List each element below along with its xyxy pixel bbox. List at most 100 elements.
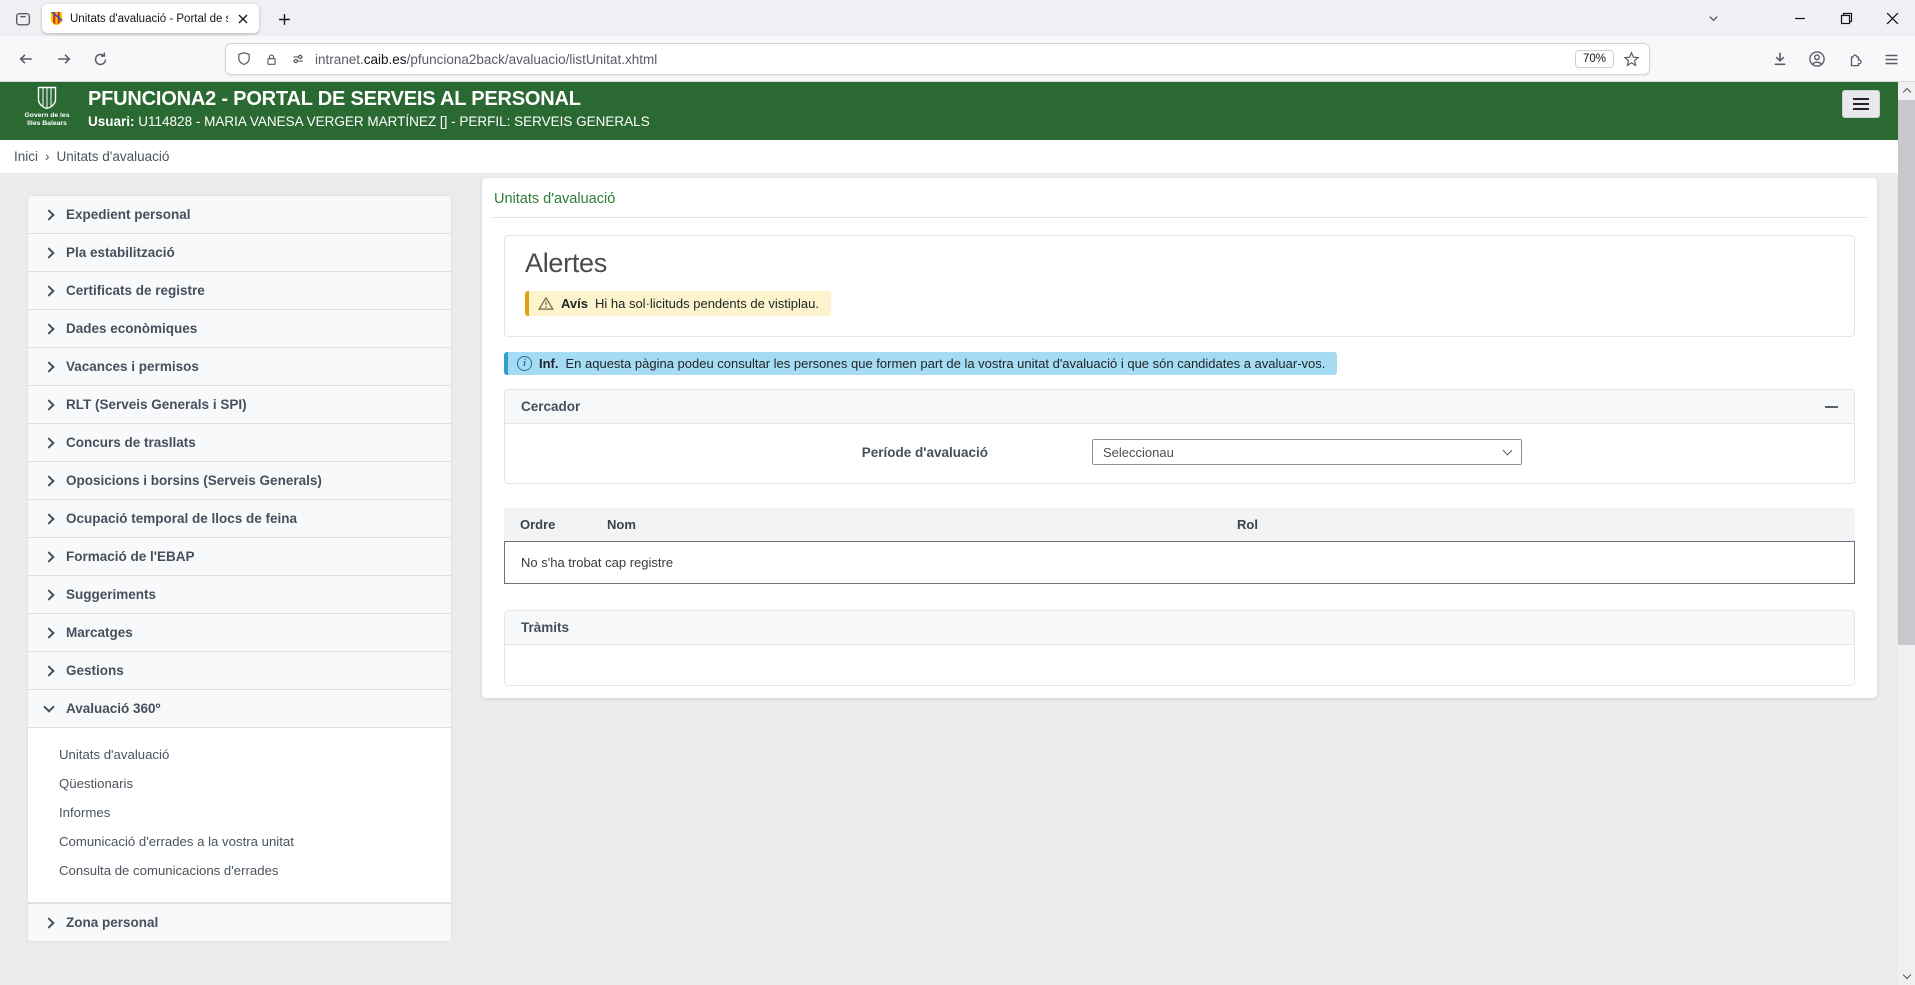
- period-select[interactable]: Seleccionau: [1092, 439, 1522, 465]
- sidebar-item-vacances-i-permisos[interactable]: Vacances i permisos: [28, 348, 451, 386]
- submenu-item-consulta-de-comunicacions[interactable]: Consulta de comunicacions d'errades: [28, 856, 451, 885]
- scrollbar-down-arrow[interactable]: [1898, 968, 1915, 985]
- warning-message: Hi ha sol·licituds pendents de vistiplau…: [595, 296, 819, 311]
- cercador-form-row: Període d'avaluació Seleccionau: [505, 424, 1854, 483]
- sidebar-item-label: Concurs de trasllats: [66, 435, 196, 450]
- minimize-icon[interactable]: [1777, 0, 1823, 36]
- sidebar-item-zona-personal[interactable]: Zona personal: [28, 903, 451, 941]
- tab-close-icon[interactable]: [234, 10, 252, 28]
- cercador-header: Cercador: [505, 390, 1854, 424]
- scrollbar-up-arrow[interactable]: [1898, 82, 1915, 99]
- sidebar-item-avaluacio-360[interactable]: Avaluació 360º: [28, 690, 451, 728]
- sidebar-item-certificats-de-registre[interactable]: Certificats de registre: [28, 272, 451, 310]
- chevron-right-icon: [43, 247, 54, 258]
- back-icon[interactable]: [16, 49, 36, 69]
- url-bar[interactable]: intranet.caib.es/pfunciona2back/avaluaci…: [225, 43, 1650, 75]
- page-scrollbar[interactable]: [1898, 82, 1915, 985]
- zoom-level-indicator[interactable]: 70%: [1575, 50, 1614, 68]
- main-content-card: Unitats d'avaluació Alertes Avís Hi ha s…: [482, 178, 1877, 698]
- column-header-nom: Nom: [607, 517, 1237, 532]
- sidebar-item-label: Suggeriments: [66, 587, 156, 602]
- submenu-item-questionaris[interactable]: Qüestionaris: [28, 769, 451, 798]
- sidebar-submenu-avaluacio-360: Unitats d'avaluació Qüestionaris Informe…: [28, 728, 451, 903]
- sidebar-item-marcatges[interactable]: Marcatges: [28, 614, 451, 652]
- window-controls: [1777, 0, 1915, 36]
- downloads-icon[interactable]: [1770, 49, 1790, 69]
- permissions-icon[interactable]: [288, 49, 308, 69]
- url-subdomain: intranet.: [315, 52, 364, 67]
- results-table: Ordre Nom Rol No s'ha trobat cap registr…: [504, 508, 1855, 584]
- close-window-icon[interactable]: [1869, 0, 1915, 36]
- govern-logo: Govern de lesIlles Balears: [16, 86, 78, 129]
- url-text[interactable]: intranet.caib.es/pfunciona2back/avaluaci…: [315, 52, 1568, 67]
- breadcrumb-home-link[interactable]: Inici: [14, 149, 38, 164]
- chevron-right-icon: [43, 475, 54, 486]
- sidebar-menu: Expedient personal Pla estabilització Ce…: [27, 195, 452, 942]
- url-domain: caib.es: [364, 52, 407, 67]
- sidebar-item-formacio-ebap[interactable]: Formació de l'EBAP: [28, 538, 451, 576]
- chevron-right-icon: [43, 589, 54, 600]
- menu-hamburger-icon[interactable]: [1881, 49, 1901, 69]
- lock-icon[interactable]: [261, 49, 281, 69]
- logo-text-line2: Illes Balears: [27, 120, 67, 127]
- period-select-value: Seleccionau: [1103, 445, 1174, 460]
- sidebar-item-label: Avaluació 360º: [66, 701, 160, 716]
- info-label: Inf.: [539, 356, 559, 371]
- tab-title: Unitats d'avaluació - Portal de s: [70, 13, 228, 25]
- sidebar-item-label: Ocupació temporal de llocs de feina: [66, 511, 297, 526]
- warning-label: Avís: [561, 296, 588, 311]
- app-menu-button[interactable]: [1842, 90, 1880, 118]
- chevron-right-icon: [43, 285, 54, 296]
- tramits-body: [505, 645, 1854, 685]
- sidebar-item-label: Expedient personal: [66, 207, 191, 222]
- chevron-right-icon: [43, 209, 54, 220]
- bookmark-star-icon[interactable]: [1621, 49, 1641, 69]
- new-tab-button[interactable]: [272, 7, 296, 31]
- chevron-right-icon: [43, 361, 54, 372]
- info-bar: i Inf. En aquesta pàgina podeu consultar…: [504, 352, 1337, 375]
- alerts-heading: Alertes: [525, 248, 1834, 279]
- page-title: Unitats d'avaluació: [492, 178, 1867, 218]
- tramits-header: Tràmits: [505, 611, 1854, 645]
- collapse-minus-icon[interactable]: [1825, 406, 1838, 408]
- submenu-item-informes[interactable]: Informes: [28, 798, 451, 827]
- tab-list-chevron-icon[interactable]: [1696, 0, 1730, 36]
- sidebar-item-concurs-de-trasllats[interactable]: Concurs de trasllats: [28, 424, 451, 462]
- submenu-item-comunicacio-derrades[interactable]: Comunicació d'errades a la vostra unitat: [28, 827, 451, 856]
- extensions-icon[interactable]: [1844, 49, 1864, 69]
- tracking-shield-icon[interactable]: [234, 49, 254, 69]
- sidebar-item-gestions[interactable]: Gestions: [28, 652, 451, 690]
- submenu-item-unitats-davaluacio[interactable]: Unitats d'avaluació: [28, 740, 451, 769]
- sidebar-item-expedient-personal[interactable]: Expedient personal: [28, 196, 451, 234]
- cercador-title: Cercador: [521, 399, 580, 414]
- firefox-view-icon[interactable]: [12, 8, 34, 30]
- sidebar-item-dades-economiques[interactable]: Dades econòmiques: [28, 310, 451, 348]
- sidebar-item-label: Vacances i permisos: [66, 359, 199, 374]
- warning-alert: Avís Hi ha sol·licituds pendents de vist…: [525, 291, 831, 316]
- sidebar-item-oposicions-i-borsins[interactable]: Oposicions i borsins (Serveis Generals): [28, 462, 451, 500]
- user-label: Usuari:: [88, 114, 135, 129]
- toolbar-right-icons: [1770, 49, 1901, 69]
- reload-icon[interactable]: [90, 49, 110, 69]
- browser-tab[interactable]: Unitats d'avaluació - Portal de s: [42, 4, 259, 33]
- alerts-panel: Alertes Avís Hi ha sol·licituds pendents…: [504, 235, 1855, 337]
- restore-icon[interactable]: [1823, 0, 1869, 36]
- sidebar-item-pla-estabilitzacio[interactable]: Pla estabilització: [28, 234, 451, 272]
- breadcrumb-separator: ›: [45, 149, 50, 164]
- forward-icon[interactable]: [54, 49, 74, 69]
- sidebar-item-ocupacio-temporal[interactable]: Ocupació temporal de llocs de feina: [28, 500, 451, 538]
- chevron-right-icon: [43, 627, 54, 638]
- chevron-right-icon: [43, 551, 54, 562]
- chevron-right-icon: [43, 437, 54, 448]
- scrollbar-thumb[interactable]: [1898, 100, 1915, 645]
- sidebar-item-suggeriments[interactable]: Suggeriments: [28, 576, 451, 614]
- site-favicon: [49, 11, 64, 26]
- chevron-down-icon: [43, 701, 54, 712]
- sidebar-item-rlt[interactable]: RLT (Serveis Generals i SPI): [28, 386, 451, 424]
- chevron-right-icon: [43, 917, 54, 928]
- sidebar-item-label: Certificats de registre: [66, 283, 205, 298]
- warning-triangle-icon: [538, 296, 554, 311]
- account-icon[interactable]: [1807, 49, 1827, 69]
- logo-text-line1: Govern de les: [25, 112, 70, 119]
- url-path: /pfunciona2back/avaluacio/listUnitat.xht…: [407, 52, 658, 67]
